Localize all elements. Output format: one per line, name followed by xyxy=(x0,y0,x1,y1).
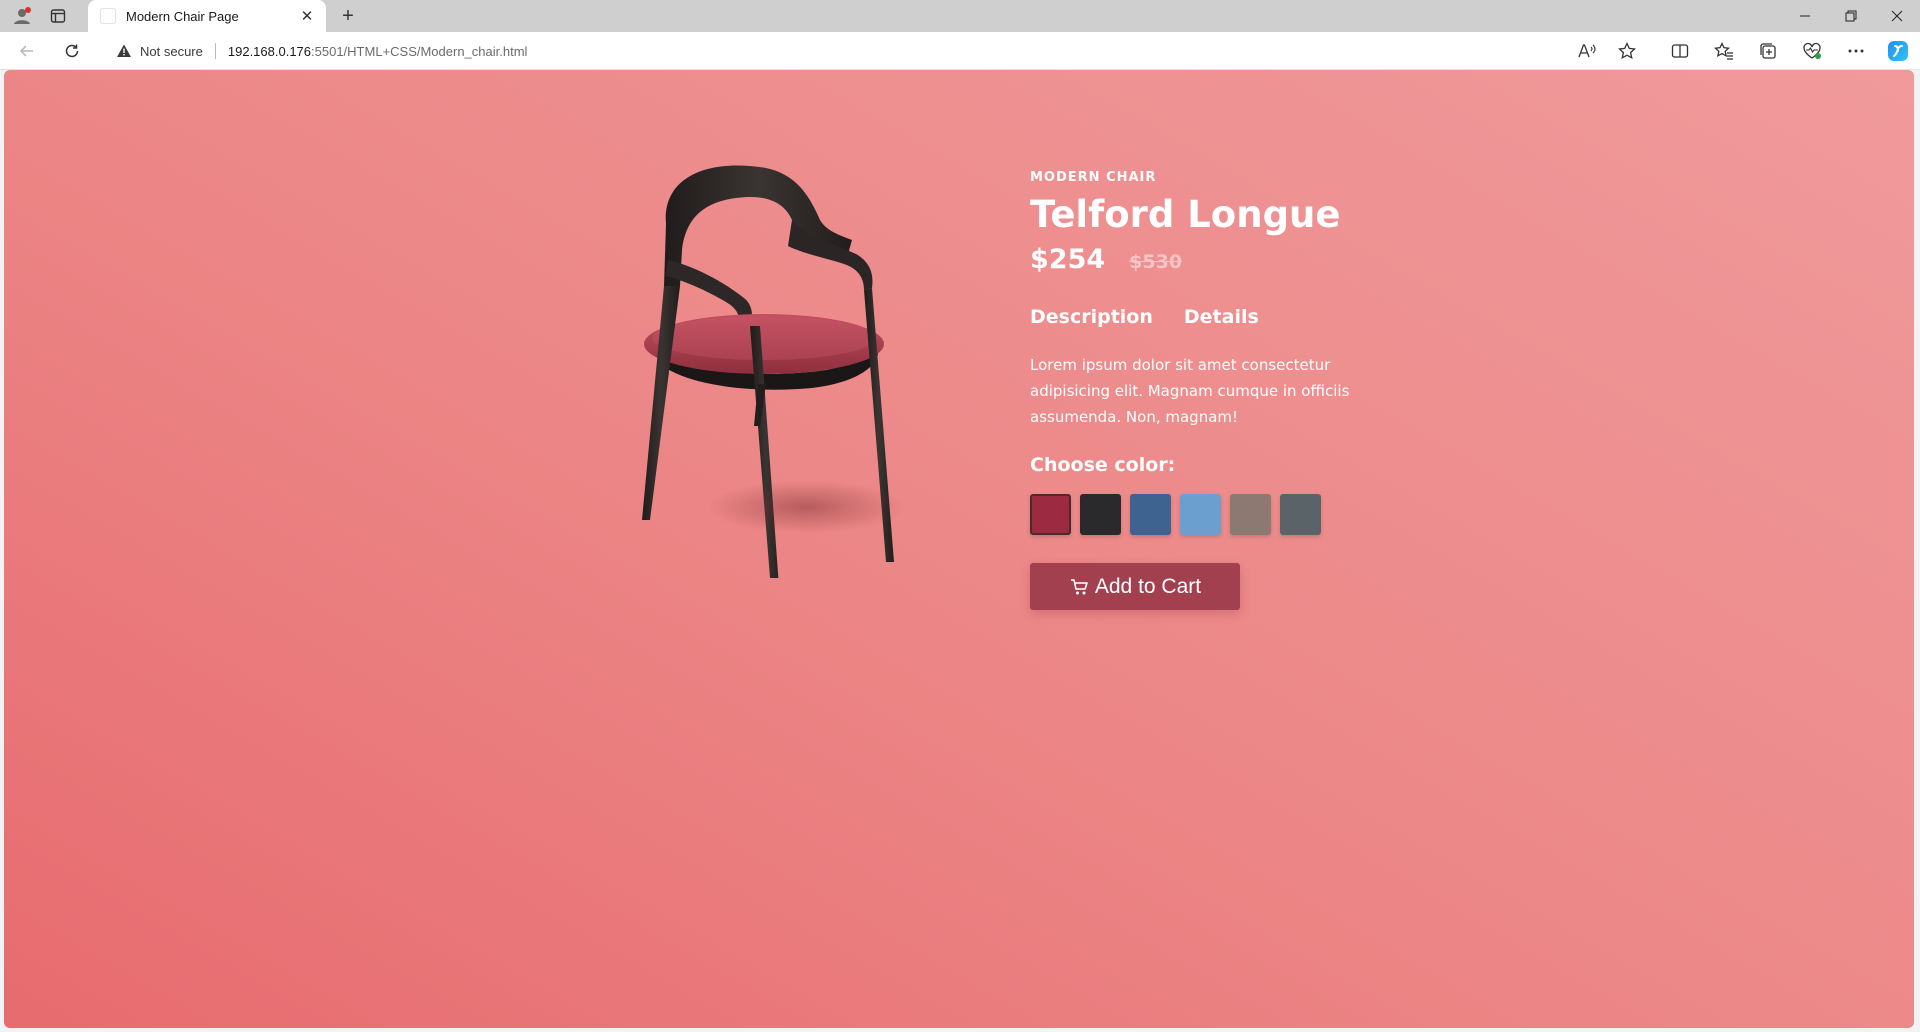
price-row: $254 $530 xyxy=(1030,244,1390,275)
address-bar[interactable]: Not secure 192.168.0.176:5501/HTML+CSS/M… xyxy=(102,36,1662,66)
close-tab-icon[interactable]: ✕ xyxy=(298,7,316,25)
minimize-window-icon[interactable] xyxy=(1782,0,1828,32)
security-label[interactable]: Not secure xyxy=(140,44,203,59)
page-favicon-icon xyxy=(100,8,116,24)
product-title: Telford Longue xyxy=(1030,193,1341,236)
browser-titlebar: Modern Chair Page ✕ + xyxy=(0,0,1920,32)
url-host[interactable]: 192.168.0.176 xyxy=(228,44,311,59)
tab-actions-icon[interactable] xyxy=(46,4,70,28)
chair-shadow xyxy=(706,480,906,534)
split-screen-icon[interactable] xyxy=(1667,38,1693,64)
color-swatch-navy-blue[interactable] xyxy=(1130,494,1171,535)
add-to-cart-label: Add to Cart xyxy=(1094,574,1202,598)
tab-title: Modern Chair Page xyxy=(126,8,239,24)
add-to-cart-button[interactable]: Add to Cart xyxy=(1030,563,1240,610)
warning-icon xyxy=(116,43,132,59)
page-viewport: MODERN CHAIR Telford Longue $254 $530 De… xyxy=(4,70,1914,1028)
browser-tab[interactable]: Modern Chair Page ✕ xyxy=(88,0,326,32)
back-arrow-icon[interactable] xyxy=(13,37,41,65)
color-swatch-slate-gray[interactable] xyxy=(1280,494,1321,535)
copilot-icon[interactable] xyxy=(1885,38,1911,64)
add-favorite-star-icon[interactable] xyxy=(1614,38,1640,64)
product-category: MODERN CHAIR xyxy=(1030,170,1157,185)
collections-icon[interactable] xyxy=(1755,38,1781,64)
more-options-icon[interactable] xyxy=(1843,38,1869,64)
color-swatch-light-blue[interactable] xyxy=(1180,494,1221,535)
product-description: Lorem ipsum dolor sit amet consectetur a… xyxy=(1030,356,1350,426)
tab-details[interactable]: Details xyxy=(1184,306,1259,328)
browser-toolbar: Not secure 192.168.0.176:5501/HTML+CSS/M… xyxy=(0,32,1920,70)
profile-icon[interactable] xyxy=(10,4,34,28)
product-details: MODERN CHAIR Telford Longue $254 $530 De… xyxy=(1030,170,1390,610)
color-swatch-taupe[interactable] xyxy=(1230,494,1271,535)
color-label: Choose color: xyxy=(1030,454,1176,476)
close-window-icon[interactable] xyxy=(1874,0,1920,32)
color-swatch-black[interactable] xyxy=(1080,494,1121,535)
url-path[interactable]: :5501/HTML+CSS/Modern_chair.html xyxy=(311,44,527,59)
tab-description[interactable]: Description xyxy=(1030,306,1153,328)
reload-icon[interactable] xyxy=(58,37,86,65)
original-price: $530 xyxy=(1129,251,1183,273)
shopping-cart-icon xyxy=(1069,577,1089,597)
favorites-icon[interactable] xyxy=(1711,38,1737,64)
read-aloud-icon[interactable] xyxy=(1574,38,1600,64)
current-price: $254 xyxy=(1030,244,1106,275)
chair-image xyxy=(616,158,956,628)
browser-essentials-heart-icon[interactable] xyxy=(1799,38,1825,64)
new-tab-button[interactable]: + xyxy=(336,4,360,28)
color-swatch-red[interactable] xyxy=(1030,494,1071,535)
color-swatches xyxy=(1030,494,1390,535)
product-tabs: Description Details xyxy=(1030,306,1390,328)
address-divider xyxy=(214,43,216,59)
restore-window-icon[interactable] xyxy=(1828,0,1874,32)
